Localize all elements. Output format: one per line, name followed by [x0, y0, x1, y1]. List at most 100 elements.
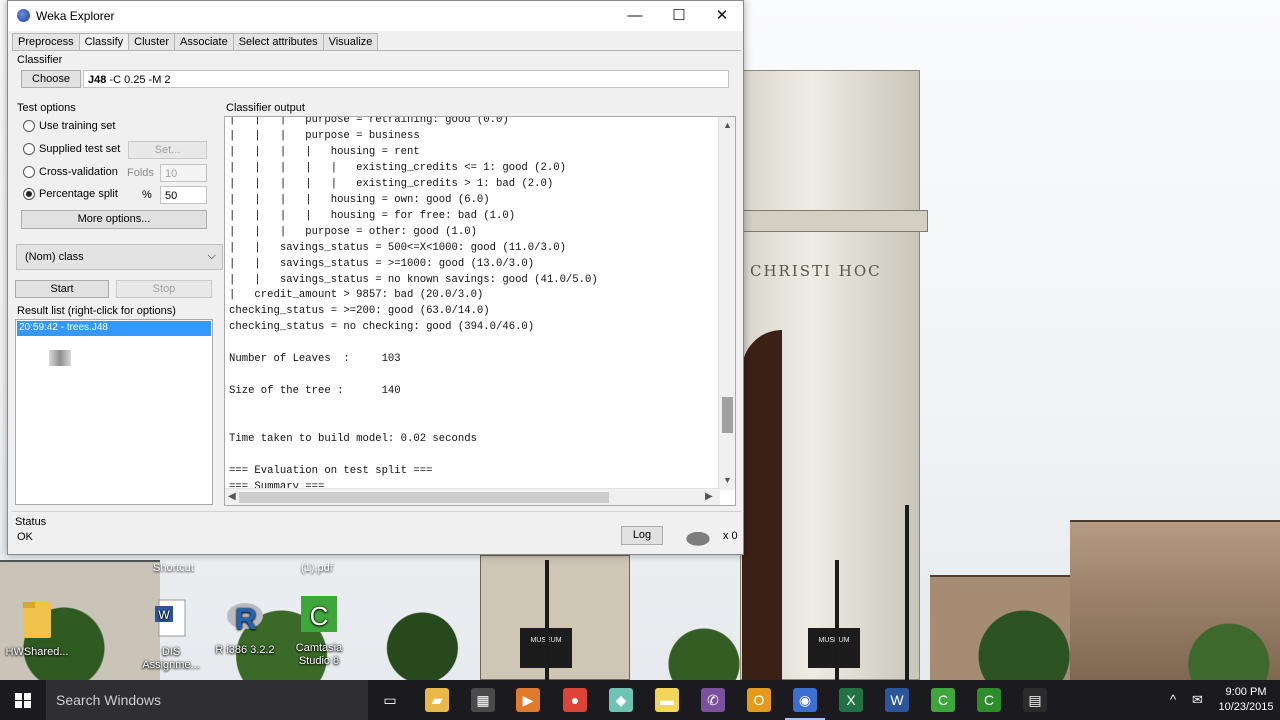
- scrollbar-thumb[interactable]: [722, 397, 733, 433]
- desktop-icon-label-pdf: (1).pdf: [301, 562, 333, 574]
- classifier-options: -C 0.25 -M 2: [106, 74, 171, 86]
- tab-select-attributes[interactable]: Select attributes: [232, 33, 324, 51]
- result-list[interactable]: 20:59:42 - trees.J48: [15, 319, 213, 505]
- tab-preprocess[interactable]: Preprocess: [12, 33, 80, 51]
- excel-icon[interactable]: X: [839, 688, 863, 712]
- tray-chevron-icon[interactable]: ^: [1170, 692, 1176, 707]
- set-test-set-button[interactable]: Set...: [128, 141, 207, 159]
- close-button[interactable]: ✕: [699, 1, 745, 31]
- classifier-output-panel[interactable]: | | | purpose = retraining: good (0.0) |…: [224, 116, 736, 506]
- weka-icon[interactable]: ◉: [793, 688, 817, 712]
- desktop-icon-label: HWShared...: [5, 646, 69, 658]
- outlook-icon[interactable]: O: [747, 688, 771, 712]
- folds-input[interactable]: 10: [160, 164, 207, 182]
- wallpaper-museum-sign-2: MUSEUM: [808, 628, 860, 668]
- wallpaper-lamp-post: [905, 505, 909, 680]
- classifier-output-text[interactable]: | | | purpose = retraining: good (0.0) |…: [229, 117, 598, 496]
- wallpaper-arch-cornice: [728, 210, 928, 232]
- start-button[interactable]: Start: [15, 280, 109, 298]
- action-center-icon[interactable]: ✉: [1192, 692, 1203, 708]
- chevron-down-icon: ⌵: [207, 250, 216, 262]
- radio-percentage-split[interactable]: Percentage split: [23, 188, 118, 200]
- radio-circle: [23, 143, 35, 155]
- folds-label: Folds: [127, 167, 154, 179]
- word-icon[interactable]: W: [885, 688, 909, 712]
- clapper-icon[interactable]: ▤: [1023, 688, 1047, 712]
- start-button[interactable]: [0, 680, 46, 720]
- log-button[interactable]: Log: [621, 526, 663, 545]
- tab-cluster[interactable]: Cluster: [128, 33, 175, 51]
- desktop-icon-camtasia[interactable]: C Camtasia Studio 8: [282, 594, 356, 668]
- result-list-title: Result list (right-click for options): [17, 305, 176, 317]
- tab-divider: [12, 50, 741, 51]
- tab-visualize[interactable]: Visualize: [322, 33, 379, 51]
- test-options-title: Test options: [17, 102, 76, 114]
- media-player-icon[interactable]: ▶: [516, 688, 540, 712]
- desktop-icon-label: Camtasia Studio 8: [295, 642, 343, 667]
- sticky-notes-icon[interactable]: ▬: [655, 688, 679, 712]
- radio-label: Use training set: [39, 120, 116, 132]
- status-divider: [12, 511, 741, 512]
- svg-text:C: C: [310, 601, 329, 631]
- radio-circle: [23, 120, 35, 132]
- viber-icon[interactable]: ✆: [701, 688, 725, 712]
- radio-circle-selected: [23, 188, 35, 200]
- scrollbar-thumb[interactable]: [239, 492, 609, 503]
- task-view-icon[interactable]: ▭: [378, 688, 402, 712]
- desktop-icon-label: R i386 3.2.2: [215, 644, 275, 656]
- maximize-button[interactable]: ☐: [656, 1, 702, 31]
- clock-date: 10/23/2015: [1218, 701, 1274, 713]
- tab-bar: Preprocess Classify Cluster Associate Se…: [12, 33, 379, 51]
- percentage-input[interactable]: 50: [160, 186, 207, 204]
- more-options-button[interactable]: More options...: [21, 210, 207, 229]
- classifier-config-field[interactable]: J48 -C 0.25 -M 2: [83, 70, 729, 88]
- result-list-item[interactable]: 20:59:42 - trees.J48: [17, 321, 211, 336]
- file-explorer-icon[interactable]: ▰: [425, 688, 449, 712]
- desktop-icon-label: DIS Assignme...: [142, 646, 200, 671]
- weka-bird-icon[interactable]: [680, 528, 716, 546]
- svg-text:W: W: [158, 608, 170, 622]
- output-horizontal-scrollbar[interactable]: ◀ ▶: [225, 488, 720, 505]
- wallpaper-lamp-post: [835, 560, 839, 680]
- window-title: Weka Explorer: [36, 9, 115, 23]
- classifier-output-title: Classifier output: [226, 102, 305, 114]
- radio-cross-validation[interactable]: Cross-validation: [23, 166, 118, 178]
- calculator-icon[interactable]: ▦: [471, 688, 495, 712]
- camtasia-icon[interactable]: C: [931, 688, 955, 712]
- taskbar-search-box[interactable]: Search Windows: [46, 680, 368, 720]
- tab-classify[interactable]: Classify: [78, 33, 130, 51]
- taskbar-clock[interactable]: 9:00 PM 10/23/2015: [1216, 685, 1276, 715]
- radio-label: Supplied test set: [39, 143, 121, 155]
- choose-classifier-button[interactable]: Choose: [21, 70, 81, 88]
- title-bar[interactable]: Weka Explorer — ☐ ✕: [8, 1, 743, 31]
- camtasia-recorder-icon[interactable]: C: [977, 688, 1001, 712]
- weka-explorer-window: Weka Explorer — ☐ ✕ Preprocess Classify …: [7, 0, 744, 555]
- output-vertical-scrollbar[interactable]: ▲ ▼: [718, 117, 735, 490]
- chrome-icon[interactable]: ●: [563, 688, 587, 712]
- desktop-icon-dis-assignment[interactable]: W DIS Assignme...: [134, 598, 208, 672]
- stop-button[interactable]: Stop: [116, 280, 212, 298]
- tab-associate[interactable]: Associate: [174, 33, 234, 51]
- scroll-down-arrow-icon[interactable]: ▼: [723, 475, 732, 485]
- status-title: Status: [15, 516, 47, 528]
- camtasia-icon: C: [301, 596, 337, 632]
- class-attribute-select[interactable]: (Nom) class ⌵: [16, 244, 223, 270]
- radio-use-training-set[interactable]: Use training set: [23, 120, 115, 132]
- task-count: x 0: [723, 530, 738, 542]
- desktop-icon-hwshared[interactable]: HWShared...: [0, 598, 74, 659]
- status-text: OK: [17, 531, 33, 543]
- radio-supplied-test-set[interactable]: Supplied test set: [23, 143, 120, 155]
- radio-label: Percentage split: [39, 188, 118, 200]
- radio-label: Cross-validation: [39, 166, 118, 178]
- folder-icon: [23, 602, 51, 638]
- paper-icon[interactable]: ◆: [609, 688, 633, 712]
- scroll-up-arrow-icon[interactable]: ▲: [723, 120, 732, 130]
- desktop-icon-r[interactable]: R R i386 3.2.2: [208, 596, 282, 657]
- percent-symbol: %: [142, 189, 152, 201]
- classifier-section-label: Classifier: [17, 54, 63, 66]
- scroll-left-arrow-icon[interactable]: ◀: [228, 491, 236, 502]
- minimize-button[interactable]: —: [612, 1, 658, 31]
- r-icon: R: [227, 603, 263, 636]
- scroll-right-arrow-icon[interactable]: ▶: [705, 491, 713, 502]
- weka-app-icon: [17, 9, 30, 22]
